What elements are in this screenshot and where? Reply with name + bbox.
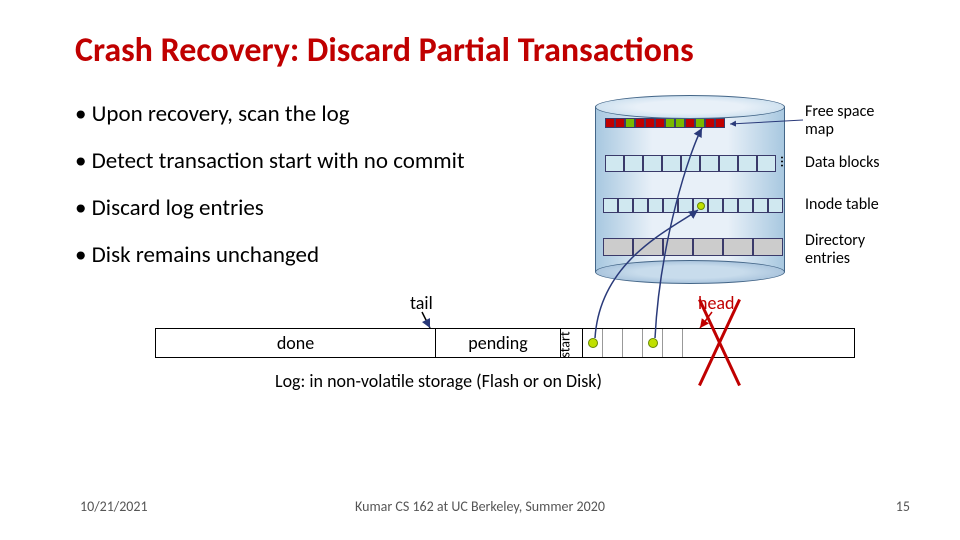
label-free-space-map: Free spacemap: [805, 103, 874, 140]
label-tail: tail: [410, 292, 433, 314]
bullet-2: • Detect transaction start with no commi…: [75, 147, 465, 175]
footer-center: Kumar CS 162 at UC Berkeley, Summer 2020: [0, 498, 960, 515]
label-data-blocks: Data blocks: [805, 154, 879, 172]
bullet-4: • Disk remains unchanged: [75, 241, 319, 269]
inode-table-row: [603, 198, 783, 213]
log-bar: done pending start: [155, 328, 855, 358]
log-segment-pending: pending: [436, 329, 561, 357]
arrows-overlay: [0, 0, 960, 540]
slide-title: Crash Recovery: Discard Partial Transact…: [75, 30, 694, 71]
log-segment-done: done: [156, 329, 436, 357]
bullet-3: • Discard log entries: [75, 194, 264, 222]
data-blocks-row: [605, 155, 776, 172]
label-inode-table: Inode table: [805, 196, 879, 214]
bullet-1: • Upon recovery, scan the log: [75, 100, 350, 128]
label-directory-entries: Directoryentries: [805, 232, 865, 269]
directory-entries-row: [603, 238, 783, 256]
log-cells: [583, 329, 683, 357]
x-mark-icon: [690, 300, 750, 385]
free-space-map-row: [605, 118, 725, 128]
footer-page: 15: [896, 498, 910, 515]
ellipsis-icon: …: [776, 156, 795, 167]
log-caption: Log: in non-volatile storage (Flash or o…: [275, 370, 602, 392]
log-segment-start: start: [561, 329, 583, 357]
